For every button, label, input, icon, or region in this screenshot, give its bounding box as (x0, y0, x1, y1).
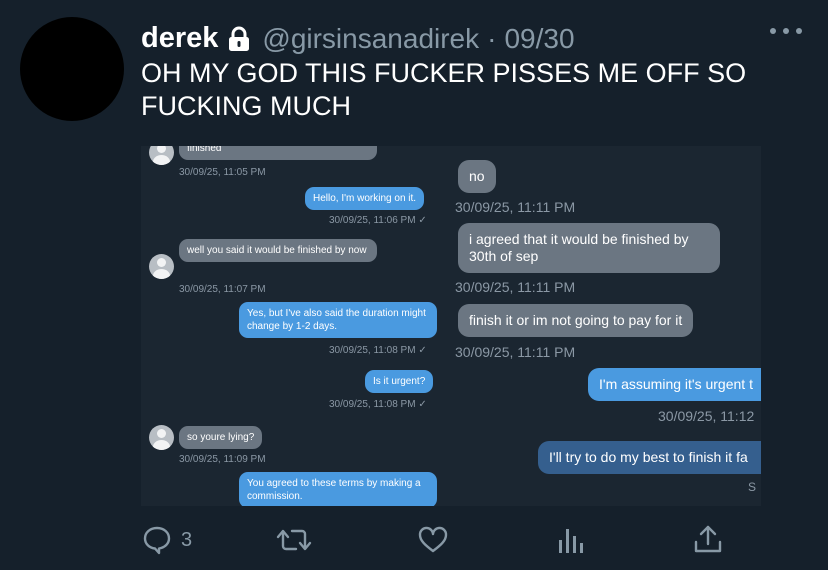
retweet-icon (276, 529, 312, 551)
message-timestamp: 30/09/25, 11:09 PM (179, 454, 266, 465)
message-timestamp: S (748, 480, 757, 494)
message-timestamp: 30/09/25, 11:11 PM (455, 344, 576, 360)
message-bubble: no (458, 160, 496, 193)
reply-count: 3 (181, 528, 193, 551)
message-bubble: I'm assuming it's urgent t (588, 368, 761, 401)
tweet-text: OH MY GOD THIS FUCKER PISSES ME OFF SO F… (141, 58, 747, 121)
message-bubble: Is it urgent? (365, 370, 434, 393)
message-timestamp: 30/09/25, 11:06 PM ✓ (329, 215, 427, 226)
like-button[interactable] (417, 524, 449, 556)
message-bubble: You agreed to these terms by making a co… (239, 472, 437, 506)
right-chat-screenshot: no 30/09/25, 11:11 PM i agreed that it w… (446, 146, 761, 506)
user-handle[interactable]: @girsinsanadirek (262, 23, 479, 55)
message-bubble: finish it or im not going to pay for it (458, 304, 694, 337)
message-bubble: so youre lying? (179, 426, 263, 449)
tweet-actions: 3 (141, 524, 741, 556)
share-button[interactable] (693, 524, 723, 556)
message-timestamp: 30/09/25, 11:05 PM (179, 167, 266, 178)
reply-button[interactable]: 3 (141, 524, 192, 556)
left-chat-screenshot: finished 30/09/25, 11:05 PM Hello, I'm w… (141, 146, 441, 506)
avatar (149, 425, 174, 450)
analytics-button[interactable] (556, 524, 586, 556)
message-bubble: Hello, I'm working on it. (305, 187, 425, 210)
attached-image[interactable]: finished 30/09/25, 11:05 PM Hello, I'm w… (141, 146, 761, 506)
message-timestamp: 30/09/25, 11:12 (658, 408, 755, 424)
message-timestamp: 30/09/25, 11:08 PM ✓ (329, 399, 427, 410)
message-timestamp: 30/09/25, 11:11 PM (455, 199, 576, 215)
more-options-icon[interactable] (770, 26, 802, 36)
like-icon (418, 526, 448, 553)
message-bubble: finished (179, 146, 377, 160)
message-timestamp: 30/09/25, 11:07 PM (179, 284, 266, 295)
reply-icon (143, 526, 171, 555)
message-bubble: i agreed that it would be finished by 30… (458, 223, 720, 273)
display-name[interactable]: derek (141, 22, 218, 55)
author-avatar[interactable] (20, 17, 124, 121)
retweet-button[interactable] (276, 524, 312, 556)
avatar (149, 146, 174, 165)
analytics-icon (559, 529, 583, 553)
message-timestamp: 30/09/25, 11:11 PM (455, 279, 576, 295)
message-timestamp: 30/09/25, 11:08 PM ✓ (329, 345, 427, 356)
share-icon (694, 525, 722, 553)
header-separator: · (487, 22, 497, 54)
message-bubble: well you said it would be finished by no… (179, 239, 377, 262)
message-bubble: I'll try to do my best to finish it fa (538, 441, 761, 474)
tweet-date[interactable]: 09/30 (504, 23, 574, 55)
lock-icon (226, 26, 252, 52)
tweet-header: derek @girsinsanadirek · 09/30 (141, 22, 575, 55)
avatar (149, 254, 174, 279)
message-bubble: Yes, but I've also said the duration mig… (239, 302, 437, 338)
